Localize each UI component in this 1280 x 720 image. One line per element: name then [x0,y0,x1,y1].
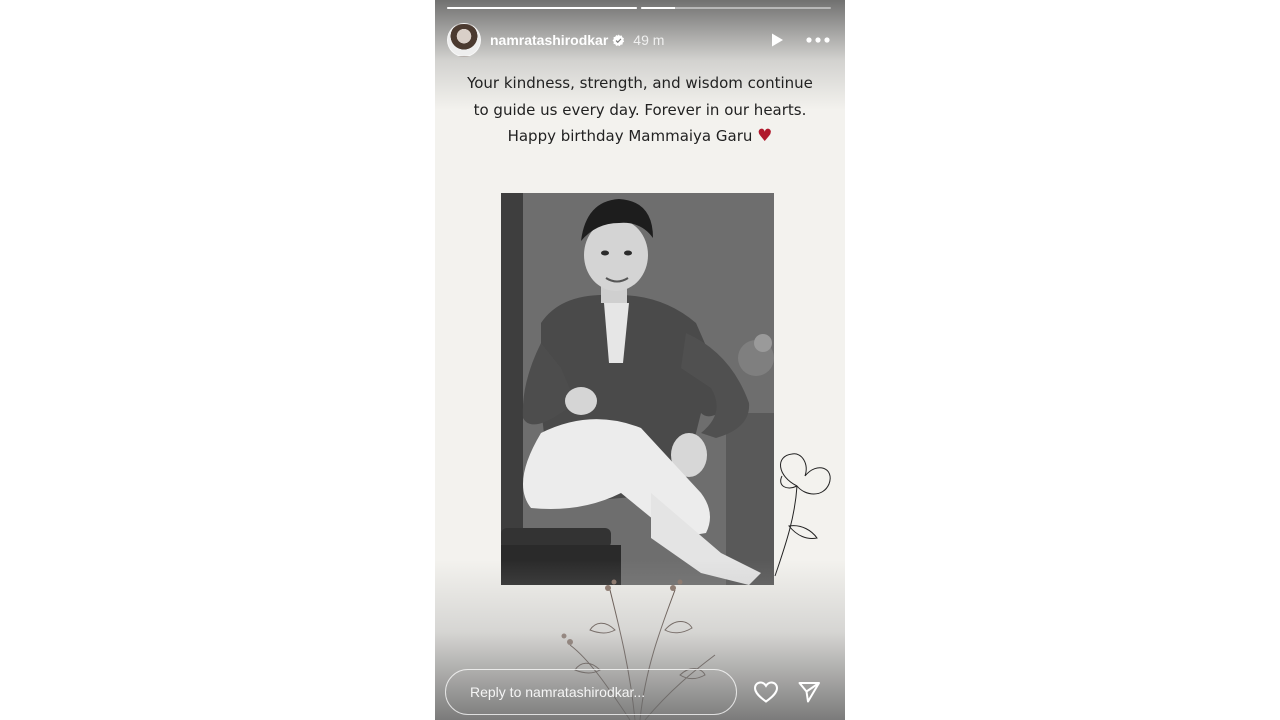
caption-line-3-text: Happy birthday Mammaiya Garu [507,127,753,145]
reply-bar[interactable] [445,669,737,715]
caption-line-1: Your kindness, strength, and wisdom cont… [467,74,813,92]
more-options-button[interactable] [805,30,831,50]
vintage-portrait-photo [501,193,774,585]
story-timestamp: 49 m [633,32,665,48]
story-viewer[interactable]: Your kindness, strength, and wisdom cont… [435,0,845,720]
progress-segment [447,7,637,9]
play-button[interactable] [767,30,787,50]
more-options-icon [806,37,830,43]
play-icon [772,33,783,47]
progress-fill [641,7,676,9]
story-caption: Your kindness, strength, and wisdom cont… [435,70,845,150]
progress-fill [447,7,637,9]
red-heart-emoji: ♥ [757,126,773,146]
caption-line-2: to guide us every day. Forever in our he… [473,100,807,119]
story-header: namratashirodkar 49 m [447,23,831,57]
progress-segment [641,7,831,9]
like-button[interactable] [753,680,779,704]
share-button[interactable] [797,680,821,704]
avatar[interactable] [447,23,481,57]
caption-line-3: Happy birthday Mammaiya Garu ♥ [435,123,845,150]
send-icon [798,682,820,703]
verified-badge-icon [612,34,625,46]
reply-input[interactable] [468,683,722,701]
story-progress-bar [447,7,831,10]
username[interactable]: namratashirodkar [490,32,608,48]
heart-outline-icon [753,681,779,703]
portrait-illustration [501,193,774,585]
